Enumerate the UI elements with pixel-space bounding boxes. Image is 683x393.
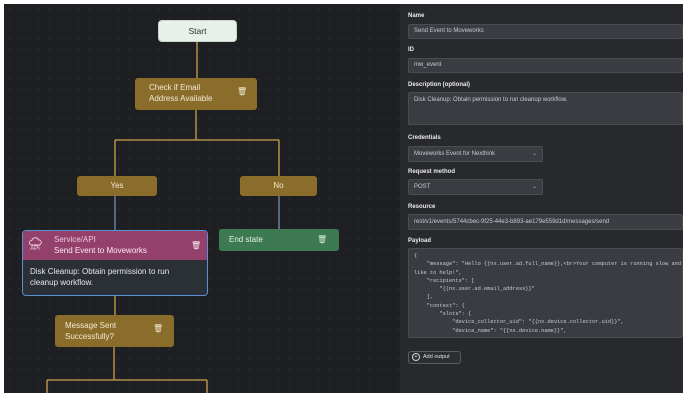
- name-input[interactable]: Send Event to Moveworks: [408, 24, 683, 39]
- app-window: Start Check if Email Address Available 🗑…: [4, 4, 683, 393]
- trash-icon[interactable]: 🗑: [191, 242, 201, 250]
- trash-icon[interactable]: 🗑: [153, 325, 163, 333]
- trash-icon[interactable]: 🗑: [237, 88, 247, 96]
- chevron-down-icon: ⌄: [531, 184, 537, 190]
- resource-label: Resource: [408, 204, 436, 210]
- payload-line: "recipients": [: [414, 277, 475, 284]
- name-input-value: Send Event to Moveworks: [414, 28, 484, 34]
- payload-line: "slots": {: [414, 311, 472, 318]
- send-event-api-node[interactable]: API Service/API Send Event to Moveworks …: [22, 230, 208, 296]
- cloud-api-icon: API: [28, 237, 42, 253]
- chevron-down-icon: ⌄: [531, 151, 537, 157]
- id-input-value: mw_event: [414, 62, 442, 68]
- add-output-button[interactable]: + Add output: [408, 351, 461, 364]
- payload-code: { "message": "Hello {{nx.user.ad.full_na…: [414, 252, 683, 335]
- no-branch-label: No: [273, 181, 284, 190]
- payload-editor[interactable]: { "message": "Hello {{nx.user.ad.full_na…: [408, 248, 683, 338]
- api-node-type: Service/API: [54, 235, 96, 244]
- yes-branch-label: Yes: [110, 181, 124, 190]
- properties-panel: Name Send Event to Moveworks ID mw_event…: [400, 4, 683, 393]
- id-input[interactable]: mw_event: [408, 58, 683, 73]
- no-branch-node[interactable]: No: [240, 176, 317, 196]
- request-method-select[interactable]: POST ⌄: [408, 179, 543, 195]
- name-label: Name: [408, 13, 425, 19]
- description-textarea[interactable]: Disk Cleanup: Obtain permission to run c…: [408, 92, 683, 125]
- api-node-description-line2: cleanup workflow.: [30, 278, 94, 287]
- api-node-description-line1: Disk Cleanup: Obtain permission to run: [30, 267, 170, 276]
- api-node-header: API Service/API Send Event to Moveworks …: [23, 231, 207, 260]
- description-value: Disk Cleanup: Obtain permission to run c…: [414, 97, 568, 103]
- yes-branch-node[interactable]: Yes: [77, 176, 157, 196]
- plus-circle-icon: +: [412, 352, 420, 361]
- credentials-label: Credentials: [408, 135, 441, 141]
- payload-line: "{{nx.user.ad.email_address}}": [414, 286, 535, 293]
- add-output-label: Add output: [423, 354, 450, 360]
- end-state-label: End state: [229, 235, 263, 244]
- resource-input[interactable]: rest/v1/events/5744cbec-9f25-44e3-b893-a…: [408, 214, 683, 230]
- trash-icon[interactable]: 🗑: [317, 236, 327, 244]
- payload-line: {: [414, 253, 418, 259]
- credentials-select[interactable]: Moveworks Event for Nexthink ⌄: [408, 146, 543, 162]
- payload-line: "message": "Hello {{nx.user.ad.full_name…: [414, 261, 683, 268]
- payload-line: "device_name": "{{nx.device.name}}",: [414, 327, 567, 334]
- api-icon-text: API: [30, 246, 40, 252]
- start-node[interactable]: Start: [158, 20, 237, 42]
- request-method-label: Request method: [408, 169, 456, 175]
- payload-label: Payload: [408, 238, 432, 244]
- payload-line: "context": {: [414, 302, 465, 309]
- end-state-node[interactable]: End state 🗑: [219, 229, 339, 251]
- message-sent-node[interactable]: Message Sent Successfully? 🗑: [55, 315, 174, 347]
- credentials-value: Moveworks Event for Nexthink: [414, 151, 496, 157]
- api-node-name: Send Event to Moveworks: [54, 246, 147, 255]
- payload-line: "device_collector_uid": "{{nx.device.col…: [414, 319, 624, 326]
- request-method-value: POST: [414, 184, 431, 190]
- payload-line: ],: [414, 294, 434, 301]
- resource-value: rest/v1/events/5744cbec-9f25-44e3-b893-a…: [414, 219, 610, 225]
- description-label: Description (optional): [408, 82, 470, 88]
- start-node-label: Start: [188, 26, 207, 36]
- id-label: ID: [408, 47, 414, 53]
- api-node-description: Disk Cleanup: Obtain permission to run c…: [30, 266, 200, 288]
- check-email-node[interactable]: Check if Email Address Available 🗑: [135, 78, 257, 110]
- payload-line: like to help!",: [414, 269, 462, 276]
- workflow-canvas[interactable]: Start Check if Email Address Available 🗑…: [4, 4, 400, 393]
